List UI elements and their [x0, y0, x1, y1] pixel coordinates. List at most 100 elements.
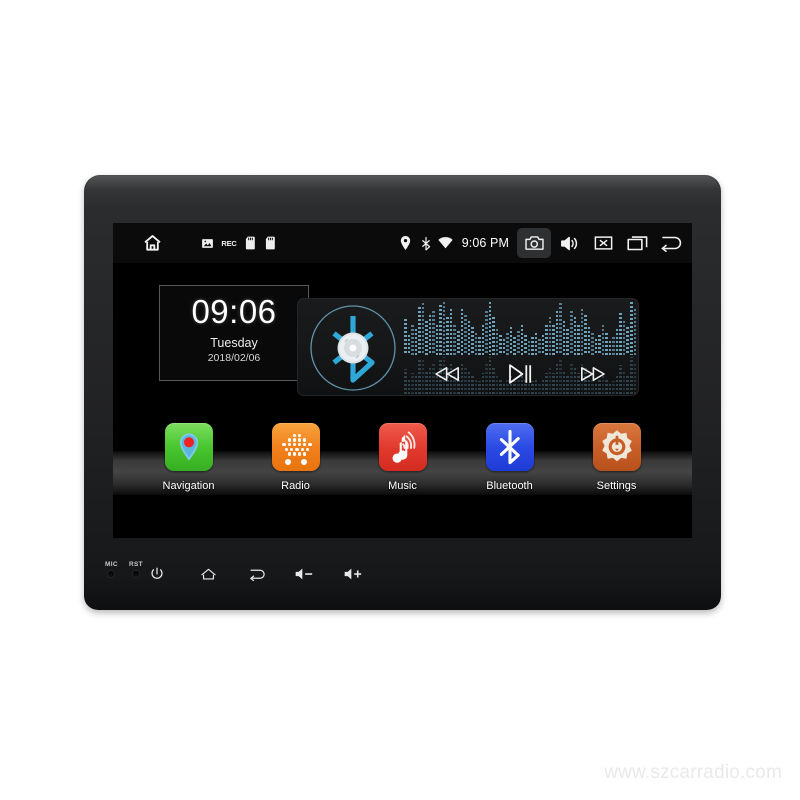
equalizer-bar — [531, 337, 534, 355]
clock-time: 09:06 — [191, 293, 277, 330]
app-label: Navigation — [162, 480, 215, 492]
equalizer-bar — [601, 325, 605, 355]
equalizer-bar — [555, 311, 559, 355]
recents-button[interactable] — [620, 223, 654, 263]
volume-button[interactable] — [552, 223, 586, 263]
equalizer-bar — [527, 341, 531, 355]
equalizer-bar-reflection — [633, 362, 636, 394]
equalizer-bar — [626, 327, 629, 355]
camera-button[interactable] — [517, 228, 551, 258]
home-icon[interactable] — [129, 223, 175, 263]
app-music[interactable]: Music — [362, 423, 444, 492]
mic-hole — [108, 571, 114, 577]
equalizer-bar — [449, 309, 453, 355]
equalizer-bar — [464, 315, 467, 355]
equalizer-bar — [513, 337, 516, 355]
bluetooth-media-widget[interactable] — [297, 298, 639, 396]
equalizer-bars — [404, 302, 636, 355]
mute-button[interactable] — [586, 223, 620, 263]
equalizer-bar — [509, 327, 513, 355]
power-button[interactable] — [146, 563, 168, 585]
equalizer-bar — [562, 321, 566, 355]
status-bar-right-group: 9:06 PM — [396, 223, 688, 263]
bluetooth-status-icon — [416, 223, 436, 263]
equalizer-bar — [495, 329, 499, 355]
equalizer-bar-reflection — [630, 357, 633, 394]
app-label: Radio — [281, 480, 310, 492]
app-navigation[interactable]: Navigation — [148, 423, 230, 492]
equalizer-bar — [488, 302, 492, 355]
sdcard-icon-2 — [261, 223, 281, 263]
home-screen: 09:06 Tuesday 2018/02/06 Navigation Radi… — [113, 263, 692, 538]
back-button[interactable] — [654, 223, 688, 263]
equalizer-bar — [446, 317, 449, 355]
equalizer-bar-reflection — [404, 369, 407, 394]
screenshot-canvas: REC 9:06 PM 09:06 Tuesday 2018/02/06 Nav… — [0, 0, 800, 800]
equalizer-bar — [404, 319, 407, 355]
equalizer-bar — [414, 329, 418, 355]
volume-up-button[interactable] — [340, 563, 366, 585]
equalizer-bar — [474, 333, 478, 355]
status-bar-clock: 9:06 PM — [461, 236, 509, 250]
app-radio[interactable]: Radio — [255, 423, 337, 492]
gear-icon — [592, 423, 641, 471]
equalizer-bar — [517, 331, 520, 355]
equalizer-bar — [439, 305, 442, 355]
clock-weekday: Tuesday — [210, 336, 258, 350]
bluetooth-icon — [485, 423, 534, 471]
equalizer-bar — [633, 309, 636, 355]
app-bluetooth[interactable]: Bluetooth — [469, 423, 551, 492]
back-hard-button[interactable] — [245, 563, 269, 585]
equalizer-bar — [566, 329, 569, 355]
equalizer-bar — [569, 311, 573, 355]
equalizer-bar — [499, 335, 502, 355]
equalizer-bar — [432, 311, 435, 355]
equalizer-bar — [552, 325, 555, 355]
equalizer-bar — [577, 325, 580, 355]
equalizer-bar — [478, 337, 481, 355]
clock-widget[interactable]: 09:06 Tuesday 2018/02/06 — [159, 285, 309, 381]
equalizer-bar — [467, 321, 471, 355]
photo-icon — [197, 223, 217, 263]
equalizer-bar — [435, 325, 439, 355]
equalizer-bar — [534, 333, 538, 355]
site-watermark: www.szcarradio.com — [604, 762, 782, 783]
clock-date: 2018/02/06 — [207, 352, 261, 364]
equalizer-bar — [615, 329, 619, 355]
mic-label: MIC — [105, 561, 118, 568]
equalizer-bar — [418, 307, 421, 355]
equalizer-bar — [619, 313, 622, 355]
equalizer-bar — [481, 325, 485, 355]
home-hard-button[interactable] — [196, 563, 220, 585]
music-note-icon — [378, 423, 427, 471]
equalizer-bar — [520, 325, 524, 355]
equalizer-bar — [559, 303, 562, 355]
bottom-bezel: MIC RST — [84, 547, 721, 610]
equalizer-bar — [591, 333, 594, 355]
reset-hole[interactable] — [133, 571, 139, 577]
equalizer-bar — [598, 335, 601, 355]
equalizer-bar — [428, 315, 432, 355]
equalizer-bar — [453, 325, 456, 355]
rst-label: RST — [129, 561, 143, 568]
equalizer-bar — [612, 337, 615, 355]
equalizer-bar — [545, 325, 548, 355]
car-head-unit-device: REC 9:06 PM 09:06 Tuesday 2018/02/06 Nav… — [84, 175, 721, 610]
equalizer-bar — [594, 339, 598, 355]
equalizer-bar — [485, 311, 488, 355]
equalizer-bar — [411, 325, 414, 355]
equalizer-bar — [608, 341, 612, 355]
play-pause-button[interactable] — [497, 359, 543, 389]
previous-button[interactable] — [424, 359, 470, 389]
app-row: Navigation Radio Music Bluetooth Setting… — [113, 423, 692, 533]
app-settings[interactable]: Settings — [576, 423, 658, 492]
location-icon — [396, 223, 416, 263]
equalizer-bar — [622, 321, 626, 355]
equalizer-bar — [548, 317, 552, 355]
touch-screen[interactable]: REC 9:06 PM 09:06 Tuesday 2018/02/06 Nav… — [113, 223, 692, 538]
equalizer-bar — [425, 321, 428, 355]
next-button[interactable] — [570, 359, 616, 389]
equalizer-bar — [580, 309, 584, 355]
volume-down-button[interactable] — [291, 563, 317, 585]
equalizer-bar — [471, 327, 474, 355]
